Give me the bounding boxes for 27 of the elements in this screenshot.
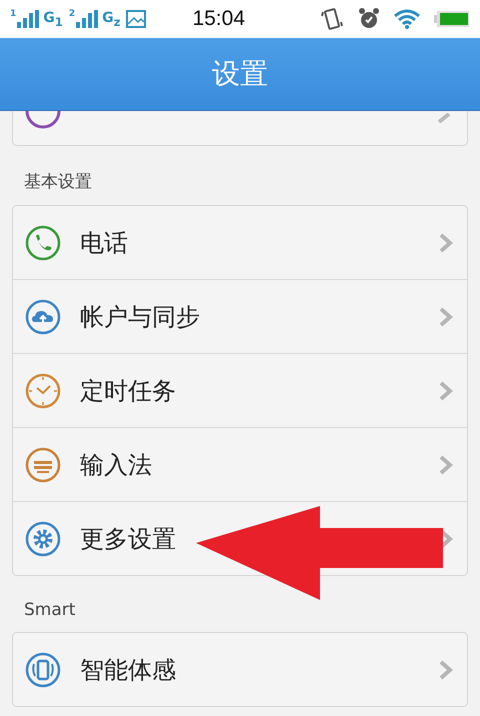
settings-item[interactable]: 更多设置 [13, 502, 467, 575]
signal-icon [76, 10, 98, 28]
vibrate-icon [320, 7, 344, 31]
settings-item[interactable]: 帐户与同步 [13, 280, 467, 354]
item-label: 输入法 [80, 450, 153, 480]
settings-item[interactable]: 智能体感 [13, 633, 467, 706]
sim-slot-number: 1 [10, 10, 16, 19]
signal-icon [17, 10, 40, 28]
item-label: 帐户与同步 [80, 302, 201, 332]
item-label: 电话 [80, 228, 129, 258]
alarm-icon [358, 7, 380, 31]
wifi-icon [394, 9, 420, 29]
item-label: 更多设置 [80, 524, 177, 554]
clock-time: 15:04 [192, 7, 246, 31]
section-header: 基本设置 [23, 171, 93, 194]
image-icon [126, 10, 146, 28]
battery-icon [434, 10, 470, 28]
network-type: G$_{z}$ [102, 10, 120, 28]
settings-item[interactable]: 输入法 [13, 428, 467, 502]
network-type: G$_{1}$ [43, 10, 63, 28]
section-header: Smart [23, 599, 76, 622]
settings-item[interactable]: 电话 [13, 206, 467, 280]
item-label: 定时任务 [80, 376, 177, 406]
page-title: 设置 [212, 56, 268, 92]
sim-slot-number: 2 [68, 10, 76, 19]
item-label: 智能体感 [80, 654, 177, 686]
settings-item[interactable]: 定时任务 [13, 354, 467, 428]
